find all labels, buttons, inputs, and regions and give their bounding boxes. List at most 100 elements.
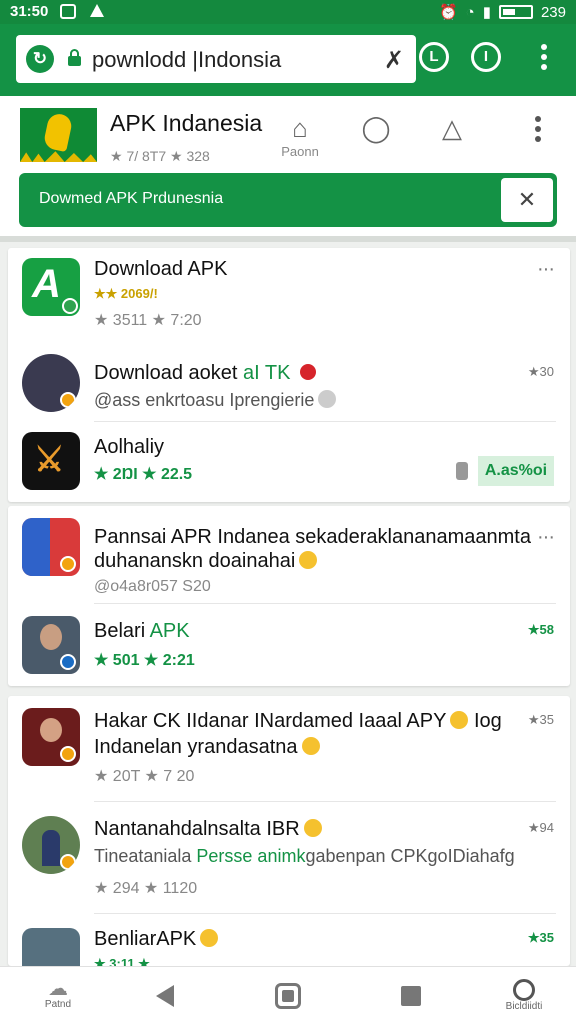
nav-search-label: Bicldiidti <box>505 1001 543 1012</box>
item-title: Hakar CK IIdanar INardamed Iaaal APY Iog <box>94 710 502 732</box>
signal-icon: ▮ <box>482 4 491 21</box>
warning-notification-icon <box>90 4 104 17</box>
site-rating: ★ 7/ 8Τ7 ★ 328 <box>110 148 210 164</box>
bag-icon: ⌂ <box>292 113 308 143</box>
battery-icon <box>498 5 533 19</box>
emoji-icon <box>301 737 320 755</box>
app-icon: ⚔ <box>22 432 80 490</box>
item-side-count: ★58 <box>527 622 554 637</box>
battery-level: 239 <box>540 3 566 21</box>
item-title: BenliarAPK <box>94 928 219 951</box>
account-action[interactable]: △ <box>430 112 474 156</box>
lock-icon <box>68 49 81 66</box>
item-subtitle: Indanelan yrandasatna <box>94 736 320 759</box>
status-time: 31:50 <box>10 3 49 20</box>
home-icon <box>275 983 301 1009</box>
item-meta: ★ 3511 ★ 7:20 <box>94 312 202 329</box>
more-icon[interactable]: ··· <box>537 258 555 281</box>
status-bar: 31:50 ⏰ ◔ ▮ 239 <box>0 0 576 24</box>
install-button[interactable]: A.as%oi <box>478 456 554 486</box>
emoji-icon <box>318 390 337 408</box>
list-item[interactable]: Pannsai APR Indanea sekaderaklananamaanm… <box>8 506 570 604</box>
alarm-icon: ⏰ <box>438 4 458 21</box>
page-action[interactable]: ⌂ Paonn <box>278 112 322 159</box>
item-title: Nantanahdalnsalta IBR <box>94 818 322 841</box>
item-rating: ★★ 2069/! <box>94 286 158 301</box>
chat-action[interactable]: ◯ <box>354 112 398 156</box>
gallery-notification-icon <box>60 4 76 19</box>
site-title: APK Indanesia <box>110 110 263 136</box>
cloud-icon: ☁ <box>48 978 68 1000</box>
user-avatar <box>22 816 80 874</box>
feed-card: A Download APK ★★ 2069/! ★ 3511 ★ 7:20 ·… <box>8 248 570 502</box>
item-title: Download APK <box>94 258 228 280</box>
user-avatar <box>22 708 80 766</box>
badge-icon <box>60 556 76 572</box>
banner-close-button[interactable]: ✕ <box>501 178 553 222</box>
chat-icon: ◯ <box>361 113 391 143</box>
url-text[interactable]: pownlodd |Indonsia <box>92 47 281 73</box>
emoji-icon <box>299 551 318 569</box>
item-meta: ★ 20Τ ★ 7 20 <box>94 768 195 785</box>
feed-card: Hakar CK IIdanar INardamed Iaaal APY Iog… <box>8 696 570 986</box>
list-item[interactable]: Nantanahdalnsalta IBR Tineataniala Perss… <box>8 802 570 914</box>
app-icon: A <box>22 258 80 316</box>
user-icon: △ <box>442 113 462 143</box>
wifi-icon: ◔ <box>465 3 475 21</box>
banner-text: Dowmed APK Prdunesnia <box>39 190 224 207</box>
item-subtitle: duhananskn doainahai <box>94 550 318 573</box>
address-bar[interactable]: ↻ pownlodd |Indonsia ✗ <box>16 35 416 83</box>
status-right-cluster: ⏰ ◔ ▮ 239 <box>438 3 566 22</box>
list-item[interactable]: ⚔ Aolhaliy ★ 2ŊI ★ 22.5 A.as%oi <box>8 422 570 498</box>
item-side-count: ★94 <box>527 820 554 835</box>
logo-ribbon <box>42 111 74 153</box>
nav-search-button[interactable]: Bicldiidti <box>494 979 554 1012</box>
item-side-count: ★35 <box>527 712 554 727</box>
item-subtitle: Tineataniala Persse animkgabenpan CPKgoI… <box>94 846 515 866</box>
browser-toolbar: ↻ pownlodd |Indonsia ✗ L I <box>0 24 576 96</box>
download-banner[interactable]: Dowmed APK Prdunesnia ✕ <box>19 173 557 227</box>
user-avatar <box>22 354 80 412</box>
list-item[interactable]: Hakar CK IIdanar INardamed Iaaal APY Iog… <box>8 696 570 802</box>
nav-home-label: Patnd <box>44 999 72 1010</box>
list-item[interactable]: Belari APK ★ 501 ★ 2:21 ★58 <box>8 604 570 686</box>
nav-recents-button[interactable] <box>398 979 424 1006</box>
pin-icon[interactable]: ✗ <box>384 46 404 75</box>
browser-menu-icon[interactable] <box>541 44 547 70</box>
item-meta: ★ 2ŊI ★ 22.5 <box>94 466 193 483</box>
history-icon[interactable]: I <box>471 42 501 72</box>
list-item[interactable]: BenliarAPK ★ 3:11 ★ ★35 <box>8 914 570 986</box>
badge-icon <box>60 854 76 870</box>
item-meta: ★ 501 ★ 2:21 <box>94 652 195 669</box>
emoji-icon <box>200 929 219 947</box>
nav-home-button[interactable]: ☁ Patnd <box>36 979 80 1010</box>
bottom-nav: ☁ Patnd Bicldiidti <box>0 966 576 1024</box>
badge-icon <box>60 746 76 762</box>
feed-card: Pannsai APR Indanea sekaderaklananamaanm… <box>8 506 570 686</box>
item-title: Pannsai APR Indanea sekaderaklananamaanm… <box>94 526 531 548</box>
list-item[interactable]: A Download APK ★★ 2069/! ★ 3511 ★ 7:20 ·… <box>8 248 570 348</box>
badge-icon <box>60 392 76 408</box>
back-icon <box>156 985 174 1007</box>
item-subtitle: @ass enkrtoasu Iprengierie <box>94 390 337 411</box>
badge-icon <box>60 654 76 670</box>
tabs-icon[interactable]: L <box>419 42 449 72</box>
item-side-count: ★35 <box>527 930 554 945</box>
emoji-icon <box>303 819 322 837</box>
item-title: Belari APK <box>94 620 190 642</box>
site-header: APK Indanesia ★ 7/ 8Τ7 ★ 328 ⌂ Paonn ◯ △… <box>0 96 576 242</box>
search-icon <box>513 979 535 1001</box>
user-avatar <box>22 616 80 674</box>
nav-home-key[interactable] <box>272 979 304 1009</box>
heart-icon <box>300 364 317 380</box>
nav-back-button[interactable] <box>150 979 180 1007</box>
app-glyph-icon: ⚔ <box>34 441 65 479</box>
site-menu-icon[interactable] <box>535 116 541 142</box>
item-title: Download aoket aI TK <box>94 362 317 385</box>
item-side-count: ★30 <box>527 364 554 379</box>
verified-badge-icon <box>62 298 78 314</box>
more-icon[interactable]: ··· <box>537 526 555 549</box>
page-action-label: Paonn <box>281 144 319 159</box>
list-item[interactable]: Download aoket aI TK @ass enkrtoasu Ipre… <box>8 348 570 422</box>
item-title: Aolhaliy <box>94 436 165 458</box>
